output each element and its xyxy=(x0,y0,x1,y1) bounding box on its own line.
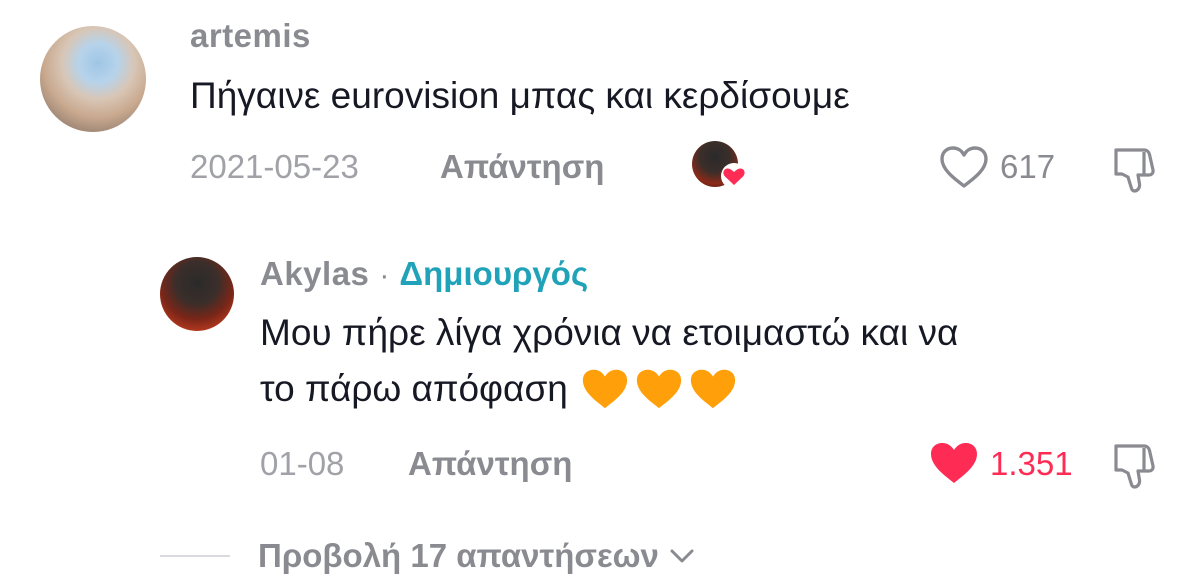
heart-filled-icon[interactable] xyxy=(928,440,980,486)
comment-username[interactable]: artemis xyxy=(190,17,311,55)
dislike-icon[interactable] xyxy=(1108,440,1162,492)
orange-heart-icon xyxy=(690,369,735,409)
heart-outline-icon[interactable] xyxy=(938,144,990,190)
chevron-down-icon xyxy=(670,549,694,563)
reply-like-count: 1.351 xyxy=(990,445,1073,482)
reply-date: 01-08 xyxy=(260,445,345,482)
comment-date: 2021-05-23 xyxy=(190,148,359,185)
orange-heart-icon xyxy=(582,369,627,409)
comment-reply-button[interactable]: Απάντηση xyxy=(440,148,604,186)
avatar-artemis[interactable] xyxy=(40,26,146,132)
reply-username[interactable]: Akylas xyxy=(260,255,369,293)
emoji-group xyxy=(580,366,738,412)
replies-divider xyxy=(160,555,230,557)
reply-text-line-2-row: το πάρω απόφαση xyxy=(260,363,738,415)
comment-like-count: 617 xyxy=(1000,148,1056,185)
creator-badge: Δημιουργός xyxy=(399,255,589,292)
reply-text-line-1: Μου πήρε λίγα χρόνια να ετοιμαστώ και να xyxy=(260,312,959,353)
avatar-akylas[interactable] xyxy=(160,257,234,331)
comment-text: Πήγαινε eurovision μπας και κερδίσουμε xyxy=(190,75,850,116)
view-replies-label: Προβολή 17 απαντήσεων xyxy=(258,537,659,574)
reply-header: Akylas · Δημιουργός xyxy=(260,255,588,293)
dislike-icon[interactable] xyxy=(1108,144,1162,196)
view-replies-button[interactable]: Προβολή 17 απαντήσεων xyxy=(258,537,695,575)
reply-text-line-2: το πάρω απόφαση xyxy=(260,368,568,409)
reply-reply-button[interactable]: Απάντηση xyxy=(408,445,572,483)
separator: · xyxy=(379,259,390,292)
creator-heart-icon xyxy=(720,163,748,189)
orange-heart-icon xyxy=(636,369,681,409)
